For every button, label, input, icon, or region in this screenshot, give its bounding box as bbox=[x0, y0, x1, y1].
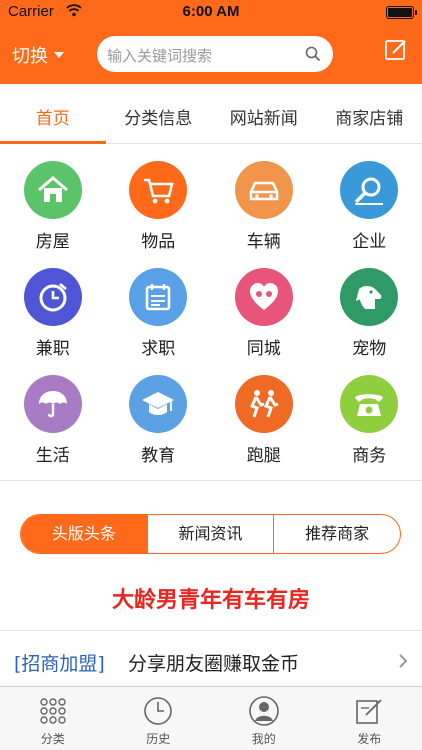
category-label: 商务 bbox=[352, 446, 387, 466]
grid-dots-icon bbox=[40, 698, 66, 724]
top-tabs: 首页 分类信息 网站新闻 商家店铺 bbox=[0, 84, 422, 144]
news-title: 分享朋友圈赚取金币 bbox=[128, 653, 300, 675]
category-job-seeking[interactable]: 求职 bbox=[106, 259, 212, 366]
tabbar-mine[interactable]: 我的 bbox=[211, 687, 317, 750]
dog-icon bbox=[340, 268, 399, 326]
tab-home[interactable]: 首页 bbox=[0, 84, 106, 144]
clock-icon bbox=[23, 268, 82, 326]
category-same-city[interactable]: 同城 bbox=[211, 259, 317, 366]
segment-recommended-shops[interactable]: 推荐商家 bbox=[273, 515, 400, 553]
news-tag: [招商加盟] bbox=[14, 653, 105, 675]
category-label: 求职 bbox=[141, 339, 176, 359]
bottom-tab-bar: 分类 历史 我的 发布 bbox=[0, 686, 422, 750]
category-vehicle[interactable]: 车辆 bbox=[211, 152, 317, 259]
headline-text[interactable]: 大龄男青年有车有房 bbox=[0, 582, 422, 614]
news-list-item[interactable]: [招商加盟] 分享朋友圈赚取金币 bbox=[0, 630, 422, 686]
nav-bar: 切换 输入关键词搜索 bbox=[0, 24, 422, 84]
category-label: 兼职 bbox=[35, 339, 70, 359]
tab-site-news[interactable]: 网站新闻 bbox=[211, 84, 317, 143]
category-education[interactable]: 教育 bbox=[106, 366, 212, 473]
status-bar: Carrier 6:00 AM bbox=[0, 0, 422, 24]
category-label: 企业 bbox=[352, 232, 387, 252]
tabbar-history[interactable]: 历史 bbox=[106, 687, 212, 750]
umbrella-icon bbox=[23, 375, 82, 433]
category-label: 同城 bbox=[246, 339, 281, 359]
magnifier-icon bbox=[340, 161, 399, 219]
section-divider bbox=[0, 480, 422, 481]
category-label: 房屋 bbox=[35, 232, 70, 252]
category-goods[interactable]: 物品 bbox=[106, 152, 212, 259]
user-icon bbox=[248, 696, 279, 726]
category-label: 生活 bbox=[35, 446, 70, 466]
category-grid: 房屋 物品 车辆 企业 兼职 求职 同城 宠物 生活 教育 跑腿 商务 bbox=[0, 152, 422, 477]
segment-news[interactable]: 新闻资讯 bbox=[146, 515, 274, 553]
tab-shops[interactable]: 商家店铺 bbox=[317, 84, 422, 143]
search-placeholder: 输入关键词搜索 bbox=[107, 47, 213, 65]
category-business[interactable]: 商务 bbox=[317, 366, 422, 473]
search-input[interactable]: 输入关键词搜索 bbox=[97, 36, 333, 72]
category-label: 跑腿 bbox=[246, 446, 281, 466]
category-enterprise[interactable]: 企业 bbox=[317, 152, 422, 259]
heart-icon bbox=[234, 268, 293, 326]
tabbar-publish[interactable]: 发布 bbox=[317, 687, 422, 750]
cart-icon bbox=[129, 161, 188, 219]
runner-icon bbox=[234, 375, 293, 433]
telephone-icon bbox=[340, 375, 399, 433]
compose-icon[interactable] bbox=[384, 38, 408, 62]
category-label: 宠物 bbox=[352, 339, 387, 359]
category-errands[interactable]: 跑腿 bbox=[211, 366, 317, 473]
category-house[interactable]: 房屋 bbox=[0, 152, 106, 259]
category-label: 车辆 bbox=[246, 232, 281, 252]
calendar-icon bbox=[129, 268, 188, 326]
category-life[interactable]: 生活 bbox=[0, 366, 106, 473]
category-pets[interactable]: 宠物 bbox=[317, 259, 422, 366]
battery-icon bbox=[386, 6, 417, 19]
house-icon bbox=[23, 161, 82, 219]
clock-outline-icon bbox=[144, 697, 173, 725]
category-part-time[interactable]: 兼职 bbox=[0, 259, 106, 366]
search-icon[interactable] bbox=[305, 46, 321, 62]
tabbar-category[interactable]: 分类 bbox=[0, 687, 106, 750]
tabbar-label: 历史 bbox=[146, 732, 171, 746]
category-label: 物品 bbox=[141, 232, 176, 252]
graduation-cap-icon bbox=[129, 375, 188, 433]
tabbar-label: 我的 bbox=[251, 732, 276, 746]
segment-headlines[interactable]: 头版头条 bbox=[21, 515, 147, 553]
news-segmented-control: 头版头条 新闻资讯 推荐商家 bbox=[20, 514, 401, 554]
city-switch-button[interactable]: 切换 bbox=[12, 42, 64, 68]
city-switch-label: 切换 bbox=[12, 46, 48, 67]
tabbar-label: 分类 bbox=[40, 732, 65, 746]
compose-icon bbox=[356, 699, 382, 724]
clock-time: 6:00 AM bbox=[182, 3, 240, 20]
tabbar-label: 发布 bbox=[357, 732, 382, 746]
tab-classified[interactable]: 分类信息 bbox=[106, 84, 212, 143]
category-label: 教育 bbox=[141, 446, 176, 466]
car-icon bbox=[234, 161, 293, 219]
chevron-right-icon bbox=[399, 654, 408, 668]
caret-down-icon bbox=[54, 52, 64, 58]
